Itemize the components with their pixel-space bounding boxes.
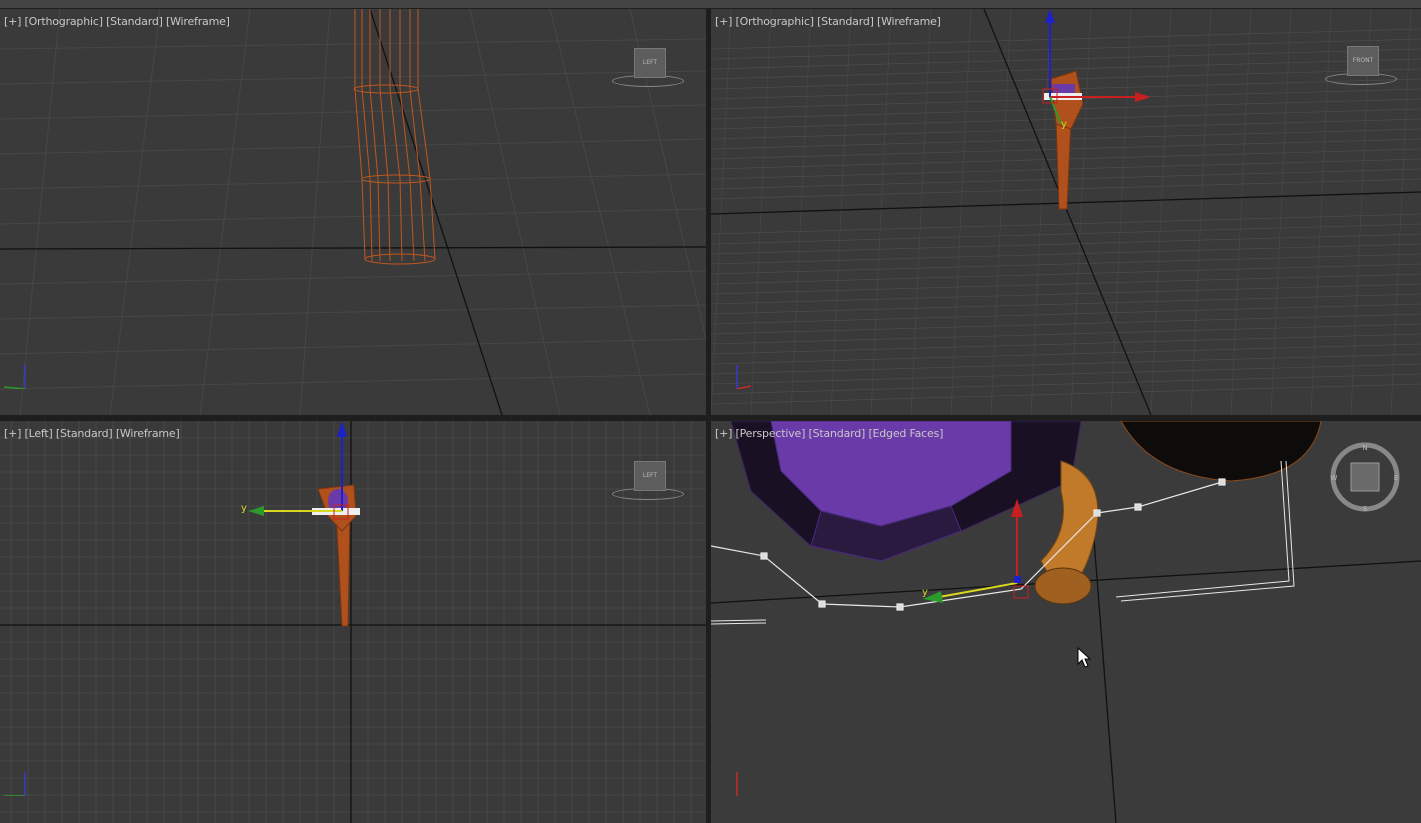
shading-label[interactable]: [Standard]: [809, 427, 866, 440]
shading-label[interactable]: [Standard]: [106, 15, 163, 28]
axis-tripod-icon: [4, 772, 26, 796]
svg-text:y: y: [1061, 119, 1067, 130]
compass-e: E: [1394, 474, 1398, 482]
viewport-menu-button[interactable]: [+]: [715, 15, 732, 28]
viewport-menu-button[interactable]: [+]: [4, 427, 21, 440]
axis-tripod-icon: [736, 772, 738, 796]
viewcube[interactable]: LEFT: [634, 461, 666, 491]
shading-label[interactable]: [Standard]: [56, 427, 113, 440]
viewcube[interactable]: FRONT: [1347, 46, 1379, 76]
viewport-label[interactable]: [+] [Perspective] [Standard] [Edged Face…: [715, 427, 943, 440]
mouse-cursor-icon: [1077, 647, 1092, 668]
viewport-bottom-left[interactable]: [+] [Left] [Standard] [Wireframe] y LEFT: [0, 421, 706, 823]
view-type-label[interactable]: [Perspective]: [736, 427, 806, 440]
display-mode-label[interactable]: [Edged Faces]: [868, 427, 943, 440]
wireframe-arm[interactable]: [353, 9, 436, 265]
axis-tripod-icon: [736, 365, 751, 389]
title-strip: [0, 0, 1421, 8]
view-type-label[interactable]: [Orthographic]: [736, 15, 814, 28]
display-mode-label[interactable]: [Wireframe]: [116, 427, 180, 440]
display-mode-label[interactable]: [Wireframe]: [166, 15, 230, 28]
viewport-menu-button[interactable]: [+]: [4, 15, 21, 28]
view-type-label[interactable]: [Orthographic]: [25, 15, 103, 28]
compass-s: S: [1363, 505, 1368, 513]
viewcube[interactable]: LEFT: [634, 48, 666, 78]
compass-viewcube[interactable]: N S W E: [1329, 441, 1401, 513]
viewport-grid: [0, 9, 706, 415]
viewport-menu-button[interactable]: [+]: [715, 427, 732, 440]
viewport-top-left[interactable]: [+] [Orthographic] [Standard] [Wireframe…: [0, 9, 706, 415]
shading-label[interactable]: [Standard]: [817, 15, 874, 28]
viewport-grid: y: [711, 9, 1421, 415]
viewport-top-right[interactable]: y [+] [Orthographic] [Standard] [Wirefra…: [711, 9, 1421, 415]
gizmo-axis-label: y: [241, 503, 247, 514]
compass-n: N: [1362, 444, 1367, 452]
compass-w: W: [1331, 474, 1338, 482]
viewport-bottom-right[interactable]: [+] [Perspective] [Standard] [Edged Face…: [711, 421, 1421, 823]
viewport-label[interactable]: [+] [Left] [Standard] [Wireframe]: [4, 427, 180, 440]
viewport-label[interactable]: [+] [Orthographic] [Standard] [Wireframe…: [4, 15, 230, 28]
viewport-label[interactable]: [+] [Orthographic] [Standard] [Wireframe…: [715, 15, 941, 28]
view-type-label[interactable]: [Left]: [25, 427, 53, 440]
gizmo-axis-label: y: [922, 587, 928, 598]
viewport-grid: [0, 421, 706, 823]
axis-tripod-icon: [3, 365, 28, 389]
viewport-scene: [711, 421, 1421, 823]
display-mode-label[interactable]: [Wireframe]: [877, 15, 941, 28]
